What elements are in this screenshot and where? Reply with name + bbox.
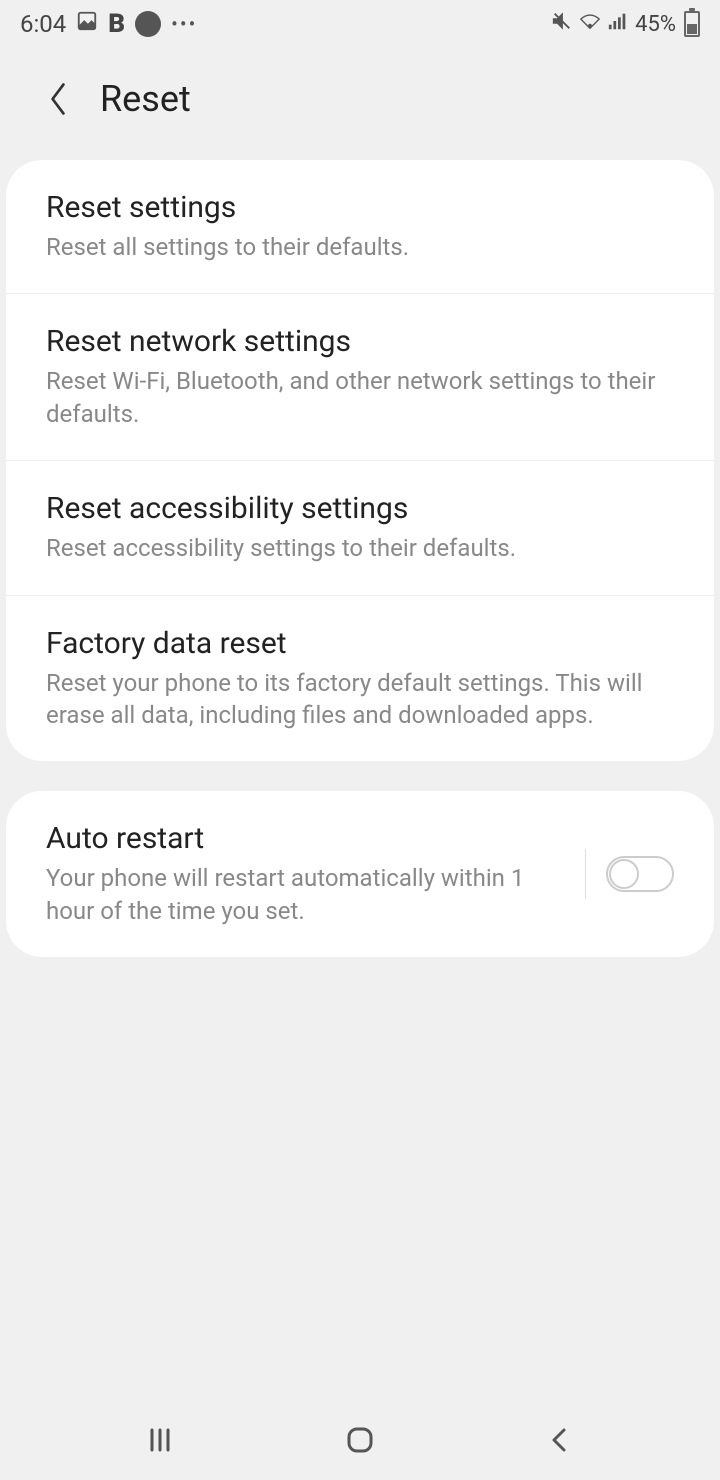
reset-accessibility-settings-item[interactable]: Reset accessibility settings Reset acces… (6, 461, 714, 595)
item-title: Reset accessibility settings (46, 491, 674, 526)
back-button[interactable] (40, 81, 76, 117)
bold-b-icon: B (108, 9, 125, 39)
mute-vibrate-icon (551, 10, 573, 38)
item-desc: Reset your phone to its factory default … (46, 667, 674, 732)
auto-restart-card: Auto restart Your phone will restart aut… (6, 791, 714, 957)
status-time: 6:04 (20, 10, 66, 38)
item-title: Auto restart (46, 821, 545, 856)
status-right: 45% (551, 10, 700, 38)
factory-data-reset-item[interactable]: Factory data reset Reset your phone to i… (6, 596, 714, 762)
content-area: Reset settings Reset all settings to the… (0, 160, 720, 1400)
status-bar: 6:04 B ••• 45% (0, 0, 720, 48)
image-icon (76, 10, 98, 38)
auto-restart-toggle[interactable] (606, 856, 674, 892)
wifi-icon (579, 10, 601, 38)
item-title: Reset settings (46, 190, 674, 225)
status-left: 6:04 B ••• (20, 9, 197, 39)
reset-options-card: Reset settings Reset all settings to the… (6, 160, 714, 761)
item-desc: Your phone will restart automatically wi… (46, 862, 545, 927)
home-button[interactable] (340, 1420, 380, 1460)
item-desc: Reset accessibility settings to their de… (46, 532, 674, 564)
toggle-knob (609, 859, 639, 889)
more-notifications-icon: ••• (171, 12, 197, 36)
toggle-divider (585, 849, 586, 899)
battery-icon (684, 11, 700, 37)
back-nav-button[interactable] (540, 1420, 580, 1460)
item-title: Reset network settings (46, 324, 674, 359)
item-desc: Reset Wi-Fi, Bluetooth, and other networ… (46, 365, 674, 430)
battery-percentage: 45% (635, 12, 676, 37)
item-title: Factory data reset (46, 626, 674, 661)
toggle-content: Auto restart Your phone will restart aut… (46, 821, 565, 927)
signal-icon (607, 10, 629, 38)
reset-settings-item[interactable]: Reset settings Reset all settings to the… (6, 160, 714, 294)
header: Reset (0, 48, 720, 160)
page-title: Reset (100, 78, 191, 120)
item-desc: Reset all settings to their defaults. (46, 231, 674, 263)
auto-restart-item[interactable]: Auto restart Your phone will restart aut… (6, 791, 714, 957)
circle-app-icon (135, 11, 161, 37)
recents-button[interactable] (140, 1420, 180, 1460)
reset-network-settings-item[interactable]: Reset network settings Reset Wi-Fi, Blue… (6, 294, 714, 461)
navigation-bar (0, 1400, 720, 1480)
